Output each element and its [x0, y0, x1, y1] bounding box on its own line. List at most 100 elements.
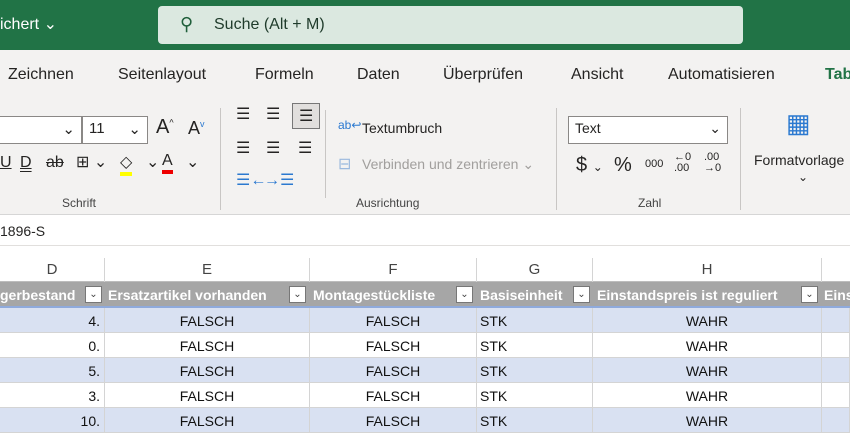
table-cell[interactable]	[822, 333, 850, 358]
merge-icon: ⊟	[338, 156, 352, 173]
filter-dropdown-button[interactable]: ⌄	[85, 286, 102, 303]
tab-daten[interactable]: Daten	[357, 66, 400, 84]
tab-ansicht[interactable]: Ansicht	[571, 66, 623, 84]
align-bottom-icon[interactable]: ☰	[292, 103, 321, 129]
table-header-montagestueckliste: Montagestückliste ⌄	[310, 282, 477, 308]
strikethrough-icon[interactable]: ab	[46, 154, 64, 172]
search-input[interactable]: ⚲ Suche (Alt + M)	[158, 6, 743, 44]
thousands-separator-icon[interactable]: 000	[645, 158, 663, 170]
separator	[220, 108, 221, 210]
separator	[556, 108, 557, 210]
file-name-label: ichert	[0, 16, 40, 33]
table-cell[interactable]: FALSCH	[310, 308, 477, 333]
table-cell[interactable]	[822, 308, 850, 333]
increase-decimal-icon[interactable]: ←0.00	[674, 152, 691, 174]
table-cell[interactable]: 0.	[0, 333, 105, 358]
table-cell[interactable]: FALSCH	[105, 308, 310, 333]
column-header-h[interactable]: H	[593, 258, 822, 282]
grow-font-icon[interactable]: A^	[156, 116, 174, 139]
table-cell[interactable]: FALSCH	[105, 408, 310, 433]
table-cell[interactable]: WAHR	[593, 408, 822, 433]
tab-table[interactable]: Tab	[825, 66, 850, 84]
table-cell[interactable]	[822, 383, 850, 408]
tab-seitenlayout[interactable]: Seitenlayout	[118, 66, 206, 84]
align-right-icon[interactable]: ☰	[298, 138, 312, 158]
table-cell[interactable]	[822, 358, 850, 383]
header-label: Eins	[824, 287, 850, 303]
table-cell[interactable]: 10.	[0, 408, 105, 433]
column-header-d[interactable]: D	[0, 258, 105, 282]
table-cell[interactable]: STK	[477, 333, 593, 358]
underline-icon[interactable]: U	[0, 154, 12, 172]
filter-dropdown-button[interactable]: ⌄	[289, 286, 306, 303]
tab-automatisieren[interactable]: Automatisieren	[668, 66, 775, 84]
merge-center-label: Verbinden und zentrieren	[362, 156, 519, 172]
filter-dropdown-button[interactable]: ⌄	[456, 286, 473, 303]
decrease-indent-icon[interactable]: ☰←	[236, 170, 266, 190]
font-size-select[interactable]: 11 ⌄	[82, 116, 148, 144]
title-bar: ichert ⌄ ⚲ Suche (Alt + M)	[0, 0, 850, 50]
table-cell[interactable]	[822, 408, 850, 433]
wrap-text-button[interactable]: Textumbruch	[362, 120, 442, 136]
table-cell[interactable]: 4.	[0, 308, 105, 333]
table-cell[interactable]: FALSCH	[310, 383, 477, 408]
align-left-icon[interactable]: ☰	[236, 138, 250, 158]
formula-bar[interactable]: 1896-S	[0, 216, 850, 246]
table-header-ersatzartikel: Ersatzartikel vorhanden ⌄	[105, 282, 310, 308]
search-icon: ⚲	[180, 14, 194, 34]
align-top-icon[interactable]: ☰	[236, 104, 250, 124]
align-middle-icon[interactable]: ☰	[266, 104, 280, 124]
font-name-select[interactable]: ⌄	[0, 116, 82, 144]
table-header-next: Eins	[822, 282, 850, 308]
table-cell[interactable]: STK	[477, 408, 593, 433]
table-cell[interactable]: WAHR	[593, 308, 822, 333]
table-cell[interactable]: FALSCH	[105, 358, 310, 383]
file-name[interactable]: ichert ⌄	[0, 14, 57, 34]
align-center-icon[interactable]: ☰	[266, 138, 280, 158]
column-header-e[interactable]: E	[105, 258, 310, 282]
percent-icon[interactable]: %	[614, 154, 632, 177]
table-cell[interactable]: WAHR	[593, 333, 822, 358]
filter-dropdown-button[interactable]: ⌄	[801, 286, 818, 303]
table-header-einstandspreis: Einstandspreis ist reguliert ⌄	[593, 282, 822, 308]
header-label: Ersatzartikel vorhanden	[108, 287, 267, 303]
table-cell[interactable]: STK	[477, 358, 593, 383]
header-label: Montagestückliste	[313, 287, 436, 303]
format-templates-button[interactable]: Formatvorlage	[754, 152, 844, 168]
number-format-select[interactable]: Text ⌄	[568, 116, 728, 144]
tab-ueberpruefen[interactable]: Überprüfen	[443, 66, 523, 84]
borders-icon[interactable]: ⊞ ⌄	[76, 152, 107, 172]
decrease-decimal-icon[interactable]: .00 →0	[704, 152, 721, 174]
table-header-basiseinheit: Basiseinheit ⌄	[477, 282, 593, 308]
column-header-g[interactable]: G	[477, 258, 593, 282]
table-cell[interactable]: FALSCH	[310, 408, 477, 433]
table-cell[interactable]: 5.	[0, 358, 105, 383]
fill-color-icon[interactable]: ◇	[120, 152, 133, 176]
font-color-icon[interactable]: A	[162, 152, 173, 174]
currency-icon[interactable]: $ ⌄	[576, 154, 603, 177]
number-format-value: Text	[575, 120, 601, 136]
table-cell[interactable]: FALSCH	[310, 358, 477, 383]
table-cell[interactable]: 3.	[0, 383, 105, 408]
table-cell[interactable]: STK	[477, 308, 593, 333]
tab-formeln[interactable]: Formeln	[255, 66, 314, 84]
table-cell[interactable]: WAHR	[593, 358, 822, 383]
table-cell[interactable]: WAHR	[593, 383, 822, 408]
search-placeholder: Suche (Alt + M)	[214, 16, 325, 33]
table-cell[interactable]: FALSCH	[310, 333, 477, 358]
chevron-down-icon[interactable]: ⌄	[798, 170, 808, 184]
table-cell[interactable]: STK	[477, 383, 593, 408]
column-header-f[interactable]: F	[310, 258, 477, 282]
header-label: Einstandspreis ist reguliert	[597, 287, 778, 303]
filter-dropdown-button[interactable]: ⌄	[573, 286, 590, 303]
group-label-alignment: Ausrichtung	[356, 196, 420, 210]
tab-zeichnen[interactable]: Zeichnen	[8, 66, 74, 84]
ribbon: ⌄ 11 ⌄ A^ Av U D ab ⊞ ⌄ ◇ ⌄ A ⌄ Schrift ☰ ☰…	[0, 100, 850, 215]
merge-center-button[interactable]: Verbinden und zentrieren ⌄	[362, 156, 534, 173]
shrink-font-icon[interactable]: Av	[188, 118, 205, 139]
table-cell[interactable]: FALSCH	[105, 333, 310, 358]
font-size-value: 11	[89, 120, 105, 137]
double-underline-icon[interactable]: D	[20, 154, 32, 172]
table-cell[interactable]: FALSCH	[105, 383, 310, 408]
increase-indent-icon[interactable]: →☰	[264, 170, 294, 190]
